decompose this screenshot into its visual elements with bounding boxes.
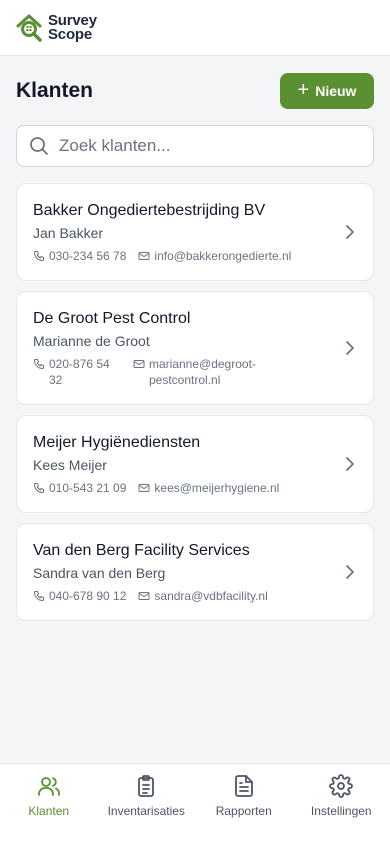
client-card[interactable]: Meijer Hygiënediensten Kees Meijer 010-5… — [16, 415, 374, 513]
tab-rapporten[interactable]: Rapporten — [199, 774, 289, 844]
client-contact: Marianne de Groot — [33, 333, 150, 349]
phone-icon — [34, 591, 44, 601]
gear-icon — [329, 774, 354, 798]
mail-icon — [133, 360, 145, 368]
client-email-text: info@bakkerongedierte.nl — [154, 249, 292, 263]
client-meta: 020-876 54 32 marianne@degroot-pestcontr… — [33, 356, 357, 388]
mail-icon — [138, 592, 150, 600]
chevron-right-icon — [346, 565, 354, 579]
logo-line-2: Scope — [48, 25, 93, 43]
client-contact: Sandra van den Berg — [33, 565, 166, 581]
mail-icon — [138, 484, 150, 492]
search-box[interactable] — [16, 125, 374, 167]
phone-icon — [34, 483, 44, 493]
top-bar: Survey Scope — [0, 0, 390, 56]
search-input[interactable] — [59, 136, 349, 156]
client-company: Meijer Hygiënediensten — [33, 434, 201, 451]
client-meta: 040-678 90 12 sandra@vdbfacility.nl — [33, 588, 357, 604]
search-icon — [30, 137, 48, 155]
tab-rapporten-label: Rapporten — [215, 804, 272, 818]
chevron-right-icon — [346, 341, 354, 355]
client-phone-text: 010-543 21 09 — [49, 481, 127, 495]
plus-icon: + — [297, 79, 310, 101]
document-icon — [234, 775, 253, 797]
client-card[interactable]: Bakker Ongediertebestrijding BV Jan Bakk… — [16, 183, 374, 281]
client-list: Bakker Ongediertebestrijding BV Jan Bakk… — [16, 183, 374, 621]
client-company: De Groot Pest Control — [33, 310, 191, 327]
tab-inventarisaties[interactable]: Inventarisaties — [101, 774, 191, 844]
client-company: Bakker Ongediertebestrijding BV — [33, 202, 266, 219]
logo-text: Survey Scope — [48, 13, 97, 43]
client-company: Van den Berg Facility Services — [33, 542, 250, 559]
house-magnifier-icon — [16, 14, 42, 42]
client-phone-text: 030-234 56 78 — [49, 249, 127, 263]
tab-klanten[interactable]: Klanten — [4, 774, 94, 844]
client-email: kees@meijerhygiene.nl — [138, 480, 279, 496]
mail-icon — [138, 252, 150, 260]
page-title: Klanten — [16, 79, 94, 102]
client-email-text: sandra@vdbfacility.nl — [154, 589, 268, 603]
client-email-text: marianne@degroot-pestcontrol.nl — [149, 357, 256, 387]
phone-icon — [34, 359, 44, 369]
page-header: Klanten + Nieuw — [0, 73, 390, 109]
tab-inventarisaties-label: Inventarisaties — [107, 804, 185, 818]
phone-icon — [34, 251, 44, 261]
tab-instellingen-label: Instellingen — [310, 804, 372, 818]
client-phone-text: 040-678 90 12 — [49, 589, 127, 603]
client-phone: 010-543 21 09 — [33, 480, 126, 496]
client-email: info@bakkerongedierte.nl — [138, 248, 291, 264]
app-logo[interactable]: Survey Scope — [16, 13, 97, 43]
bottom-tab-bar: Klanten Inventarisaties Rapporten Instel… — [0, 763, 390, 844]
client-phone: 030-234 56 78 — [33, 248, 126, 264]
client-card[interactable]: Van den Berg Facility Services Sandra va… — [16, 523, 374, 621]
clipboard-icon — [138, 775, 155, 797]
client-email-text: kees@meijerhygiene.nl — [154, 481, 280, 495]
new-client-label: Nieuw — [315, 83, 357, 99]
client-contact: Kees Meijer — [33, 457, 107, 473]
tab-instellingen[interactable]: Instellingen — [296, 774, 386, 844]
client-email: sandra@vdbfacility.nl — [138, 588, 268, 604]
client-contact: Jan Bakker — [33, 225, 104, 241]
client-phone: 020-876 54 32 — [33, 356, 121, 388]
new-client-button[interactable]: + Nieuw — [280, 73, 374, 109]
chevron-right-icon — [346, 457, 354, 471]
client-phone: 040-678 90 12 — [33, 588, 126, 604]
client-meta: 030-234 56 78 info@bakkerongedierte.nl — [33, 248, 357, 264]
client-email: marianne@degroot-pestcontrol.nl — [133, 356, 279, 388]
chevron-right-icon — [346, 225, 354, 239]
client-card[interactable]: De Groot Pest Control Marianne de Groot … — [16, 291, 374, 405]
client-phone-text: 020-876 54 32 — [49, 357, 110, 387]
users-icon — [37, 777, 60, 796]
client-meta: 010-543 21 09 kees@meijerhygiene.nl — [33, 480, 357, 496]
tab-klanten-label: Klanten — [28, 804, 70, 818]
